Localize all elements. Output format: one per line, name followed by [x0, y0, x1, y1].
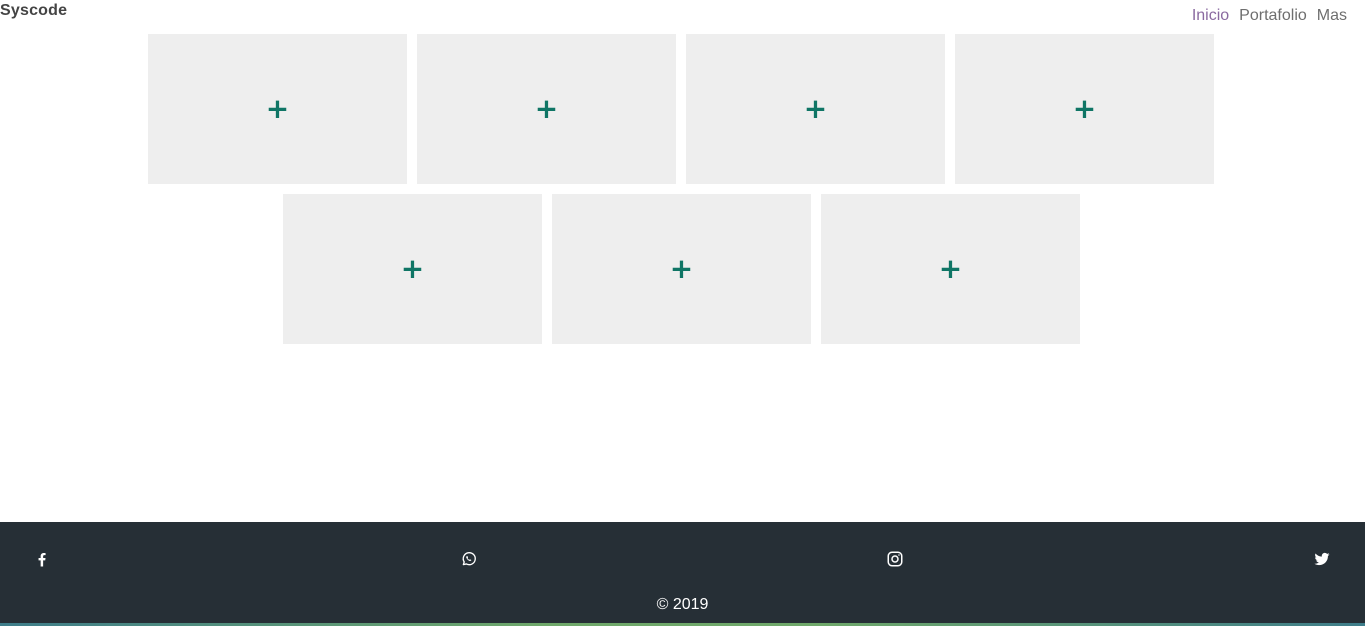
copyright-text: © 2019	[656, 596, 709, 613]
brand-logo[interactable]: Syscode	[0, 2, 67, 20]
portfolio-tile[interactable]: +	[821, 194, 1080, 344]
instagram-icon[interactable]	[885, 549, 905, 569]
plus-icon: +	[400, 252, 425, 285]
plus-icon: +	[1072, 92, 1097, 125]
portfolio-tile[interactable]: +	[552, 194, 811, 344]
portfolio-tile[interactable]: +	[955, 34, 1214, 184]
plus-icon: +	[803, 92, 828, 125]
twitter-icon[interactable]	[1312, 549, 1332, 569]
portfolio-tile[interactable]: +	[417, 34, 676, 184]
plus-icon: +	[938, 252, 963, 285]
nav-link-inicio[interactable]: Inicio	[1192, 7, 1229, 25]
plus-icon: +	[669, 252, 694, 285]
footer: © 2019	[0, 522, 1365, 626]
plus-icon: +	[265, 92, 290, 125]
plus-icon: +	[534, 92, 559, 125]
facebook-icon[interactable]	[32, 549, 52, 569]
nav-link-mas[interactable]: Mas	[1317, 7, 1347, 25]
whatsapp-icon[interactable]	[459, 549, 479, 569]
nav-link-portafolio[interactable]: Portafolio	[1239, 7, 1307, 25]
top-nav: Inicio Portafolio Mas	[1192, 7, 1347, 25]
tile-row-1: + + + +	[148, 34, 1214, 184]
portfolio-tile[interactable]: +	[686, 34, 945, 184]
portfolio-tile[interactable]: +	[148, 34, 407, 184]
tile-row-2: + + +	[283, 194, 1080, 344]
portfolio-tile[interactable]: +	[283, 194, 542, 344]
page: Syscode Inicio Portafolio Mas + + + + + …	[0, 0, 1365, 626]
